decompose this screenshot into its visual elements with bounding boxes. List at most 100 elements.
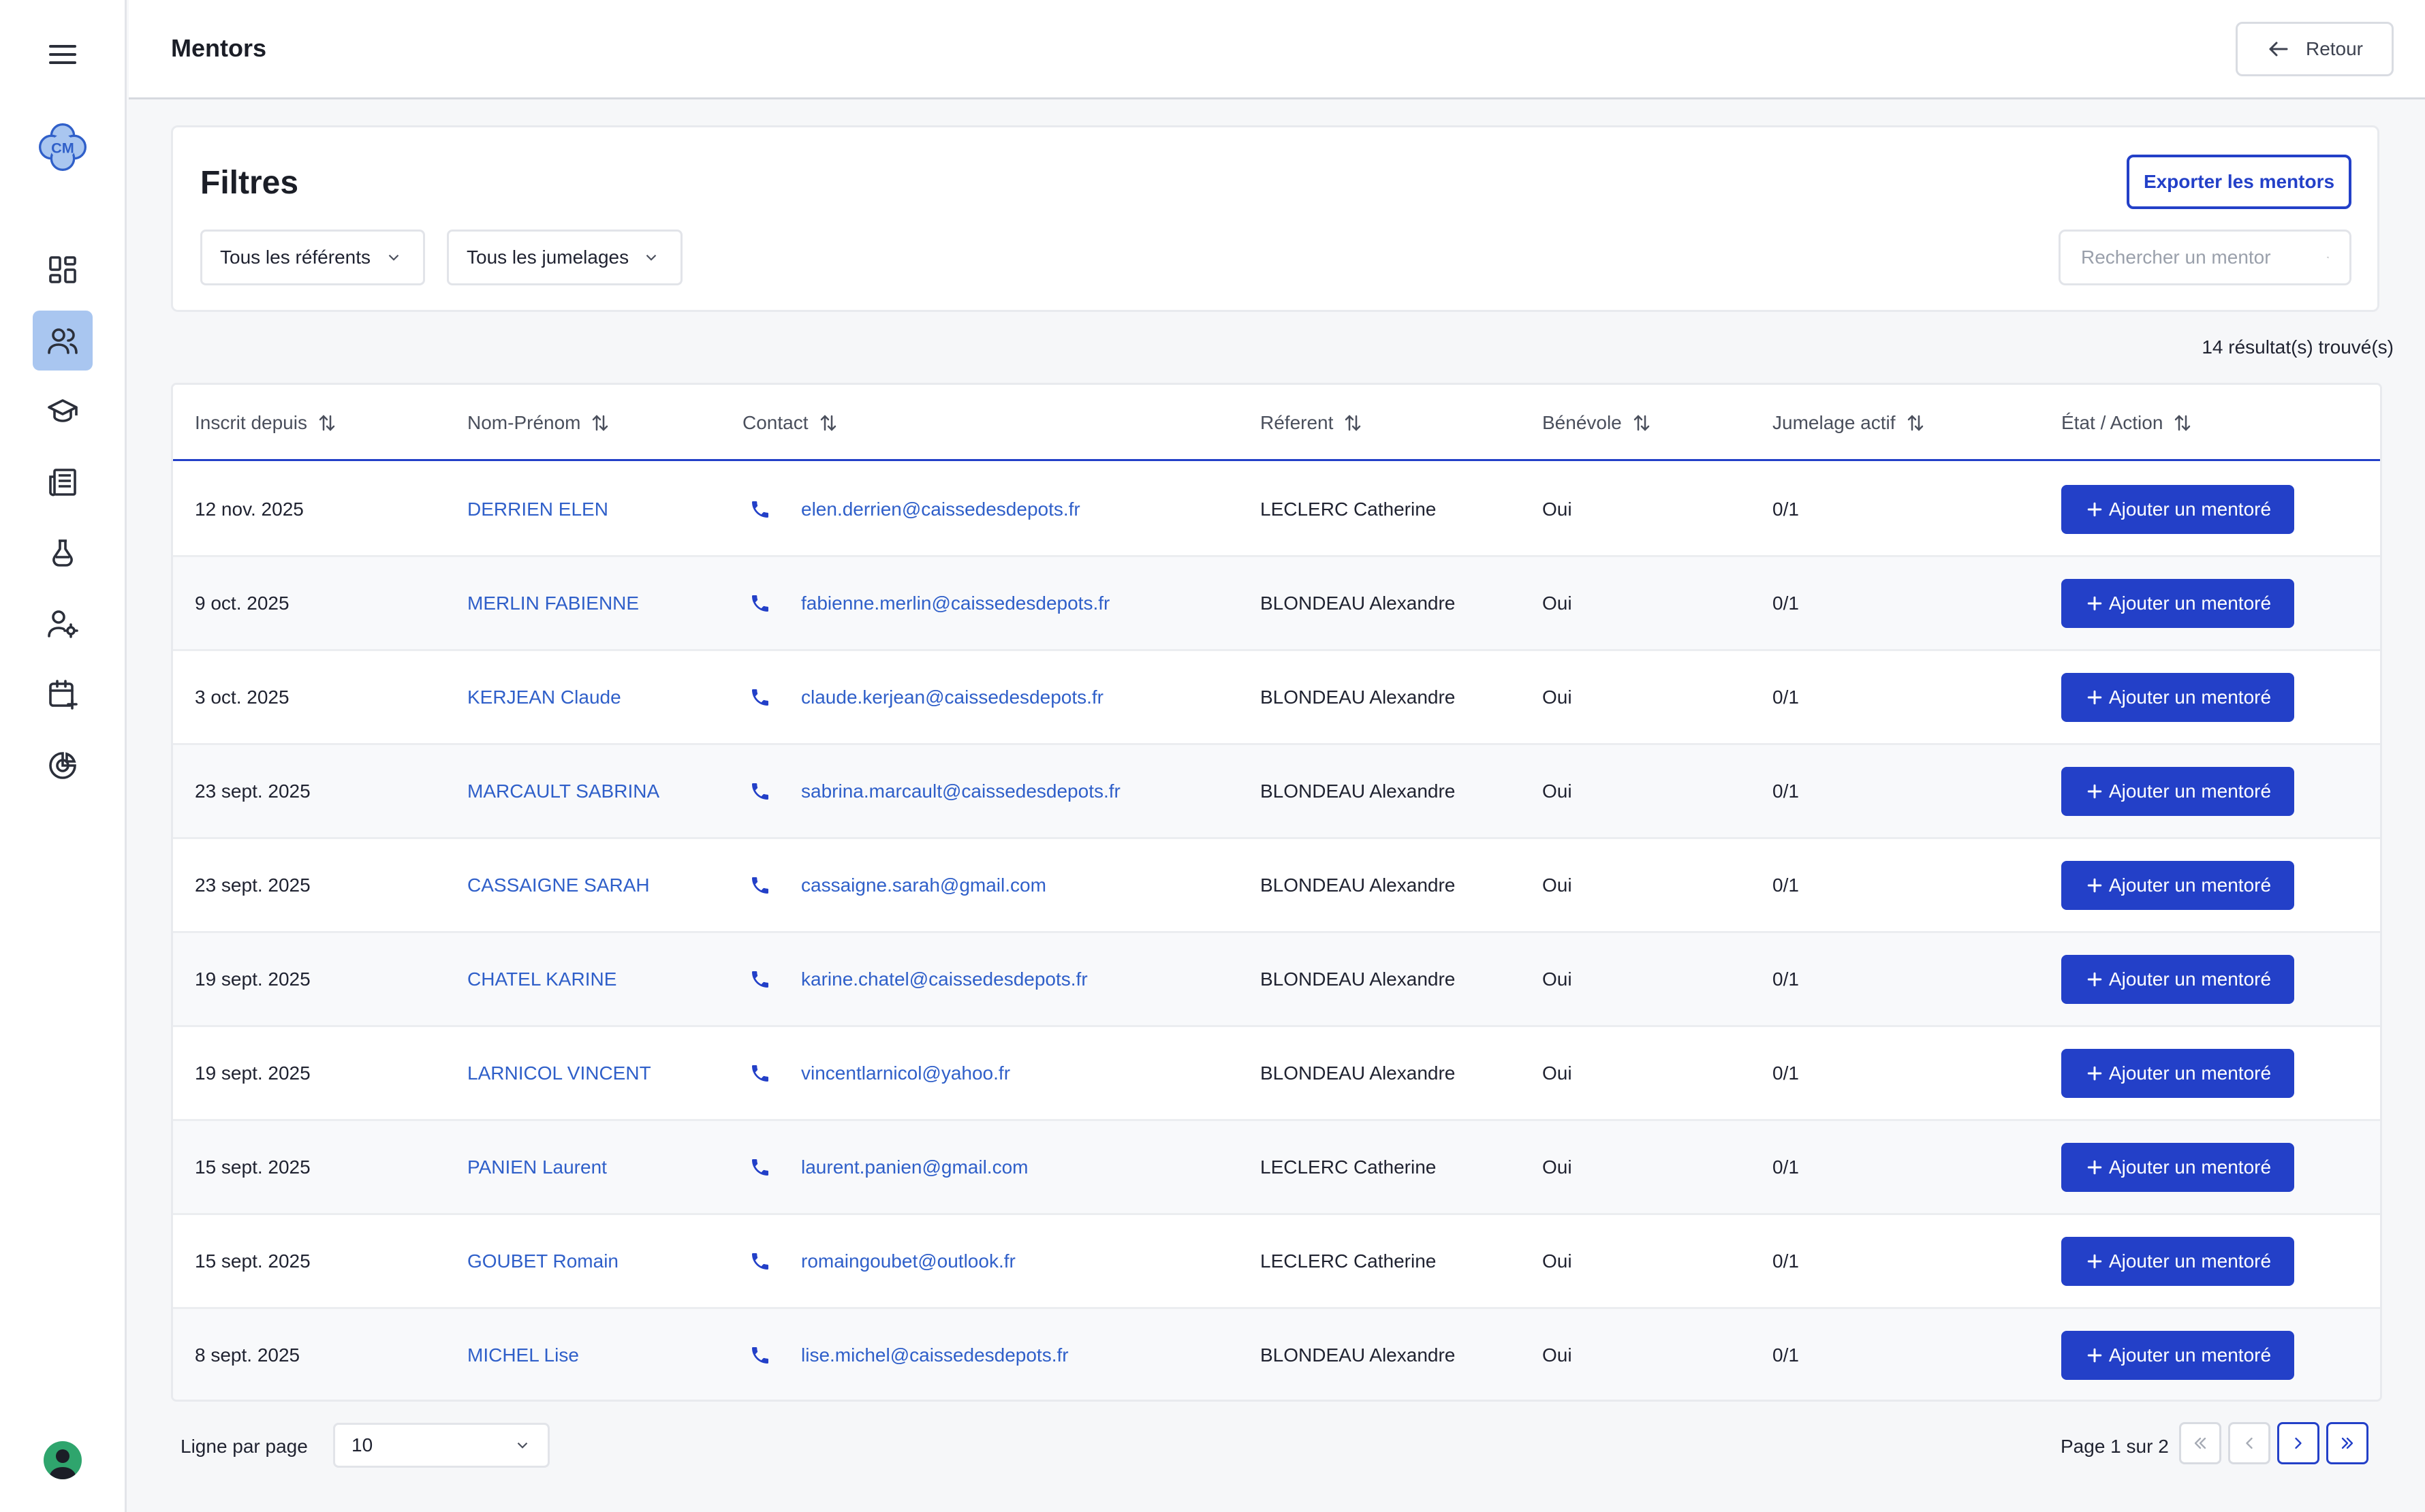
users-icon[interactable]	[33, 311, 93, 371]
email-link[interactable]: cassaigne.sarah@gmail.com	[801, 875, 1046, 896]
mentor-name-link[interactable]: CASSAIGNE SARAH	[467, 875, 650, 896]
sort-icon	[820, 415, 836, 431]
cell-benevole: Oui	[1542, 592, 1572, 614]
column-header-contact[interactable]: Contact	[742, 412, 839, 434]
column-header-etat[interactable]: État / Action	[2061, 412, 2193, 434]
table-row: 23 sept. 2025 CASSAIGNE SARAH cassaigne.sa…	[173, 839, 2380, 933]
column-header-label: Réferent	[1260, 412, 1334, 433]
cell-contact	[749, 875, 771, 896]
table-row: 15 sept. 2025 GOUBET Romain romaingoubet@o…	[173, 1215, 2380, 1309]
sort-icon	[593, 415, 608, 431]
sort-icon	[2175, 415, 2191, 431]
chevrons-right-icon	[2341, 1437, 2353, 1449]
phone-icon[interactable]	[749, 875, 771, 896]
phone-icon[interactable]	[749, 968, 771, 990]
email-link[interactable]: elen.derrien@caissedesdepots.fr	[801, 499, 1080, 520]
mentor-name-link[interactable]: KERJEAN Claude	[467, 687, 621, 708]
email-link[interactable]: karine.chatel@caissedesdepots.fr	[801, 968, 1088, 990]
cell-benevole: Oui	[1542, 1344, 1572, 1366]
add-mentee-button[interactable]: Ajouter un mentoré	[2061, 1236, 2294, 1286]
cell-referent: BLONDEAU Alexandre	[1260, 686, 1456, 708]
column-header-label: Contact	[742, 412, 809, 433]
add-mentee-button[interactable]: Ajouter un mentoré	[2061, 1330, 2294, 1380]
phone-icon[interactable]	[749, 1250, 771, 1272]
sort-icon	[1633, 415, 1650, 431]
phone-icon[interactable]	[749, 593, 771, 614]
user-cog-icon[interactable]	[33, 594, 93, 654]
email-link[interactable]: claude.kerjean@caissedesdepots.fr	[801, 687, 1104, 708]
phone-icon[interactable]	[749, 1344, 771, 1366]
email-link[interactable]: lise.michel@caissedesdepots.fr	[801, 1344, 1069, 1366]
add-mentee-label: Ajouter un mentoré	[2108, 874, 2272, 896]
dashboard-icon[interactable]	[33, 240, 93, 300]
jumelage-select-value: Tous les jumelages	[467, 247, 629, 268]
cell-date: 23 sept. 2025	[195, 780, 311, 802]
mentor-name-link[interactable]: MICHEL Lise	[467, 1344, 579, 1366]
cell-jumelage: 0/1	[1772, 1344, 1799, 1366]
mentor-name-link[interactable]: LARNICOL VINCENT	[467, 1062, 651, 1084]
flask-icon[interactable]	[33, 523, 93, 583]
mentor-name-link[interactable]: MARCAULT SABRINA	[467, 781, 659, 802]
add-mentee-button[interactable]: Ajouter un mentoré	[2061, 766, 2294, 816]
cell-contact	[749, 1062, 771, 1084]
newspaper-icon[interactable]	[33, 452, 93, 512]
chart-icon[interactable]	[33, 736, 93, 796]
add-mentee-button[interactable]: Ajouter un mentoré	[2061, 954, 2294, 1004]
mentor-name-link[interactable]: DERRIEN ELEN	[467, 499, 608, 520]
mentor-name-link[interactable]: CHATEL KARINE	[467, 968, 616, 990]
jumelage-select[interactable]: Tous les jumelages	[447, 230, 683, 285]
email-link[interactable]: sabrina.marcault@caissedesdepots.fr	[801, 781, 1121, 802]
email-link[interactable]: romaingoubet@outlook.fr	[801, 1250, 1016, 1272]
column-header-label: Jumelage actif	[1772, 412, 1896, 433]
first-page-button[interactable]	[2179, 1422, 2221, 1464]
cell-referent: BLONDEAU Alexandre	[1260, 968, 1456, 990]
column-header-referent[interactable]: Réferent	[1260, 412, 1363, 434]
avatar[interactable]	[44, 1441, 82, 1479]
phone-icon[interactable]	[749, 1156, 771, 1178]
plus-icon	[2087, 1160, 2102, 1174]
column-header-benevole[interactable]: Bénévole	[1542, 412, 1652, 434]
add-mentee-button[interactable]: Ajouter un mentoré	[2061, 860, 2294, 910]
add-mentee-button[interactable]: Ajouter un mentoré	[2061, 484, 2294, 534]
phone-icon[interactable]	[749, 1062, 771, 1084]
next-page-button[interactable]	[2277, 1422, 2319, 1464]
rows-per-page-select[interactable]: 10	[333, 1423, 550, 1468]
email-link[interactable]: fabienne.merlin@caissedesdepots.fr	[801, 593, 1110, 614]
table-header: Inscrit depuis Nom-Prénom Contact Réfere…	[173, 385, 2380, 461]
phone-icon[interactable]	[749, 499, 771, 520]
search-input[interactable]	[2081, 247, 2327, 268]
referent-select-value: Tous les référents	[220, 247, 371, 268]
referent-select[interactable]: Tous les référents	[200, 230, 425, 285]
add-mentee-label: Ajouter un mentoré	[2108, 1062, 2272, 1084]
cell-referent: BLONDEAU Alexandre	[1260, 592, 1456, 614]
column-header-jumelage[interactable]: Jumelage actif	[1772, 412, 1926, 434]
column-header-nom[interactable]: Nom-Prénom	[467, 412, 610, 434]
back-button[interactable]: Retour	[2236, 22, 2394, 76]
last-page-button[interactable]	[2326, 1422, 2368, 1464]
add-mentee-button[interactable]: Ajouter un mentoré	[2061, 578, 2294, 628]
menu-icon[interactable]	[33, 25, 93, 84]
search-icon[interactable]	[2327, 245, 2329, 270]
mentor-name-link[interactable]: GOUBET Romain	[467, 1250, 619, 1272]
phone-icon[interactable]	[749, 687, 771, 708]
cell-contact	[749, 1250, 771, 1272]
cell-date: 23 sept. 2025	[195, 874, 311, 896]
table-row: 12 nov. 2025 DERRIEN ELEN elen.derrien@cai…	[173, 463, 2380, 557]
add-mentee-button[interactable]: Ajouter un mentoré	[2061, 672, 2294, 722]
export-mentors-button[interactable]: Exporter les mentors	[2127, 155, 2351, 209]
mentor-name-link[interactable]: MERLIN FABIENNE	[467, 593, 639, 614]
email-link[interactable]: laurent.panien@gmail.com	[801, 1156, 1028, 1178]
column-header-inscrit[interactable]: Inscrit depuis	[195, 412, 337, 434]
mentor-name-link[interactable]: PANIEN Laurent	[467, 1156, 607, 1178]
table-row: 15 sept. 2025 PANIEN Laurent laurent.panie…	[173, 1121, 2380, 1215]
calendar-plus-icon[interactable]	[33, 665, 93, 725]
previous-page-button[interactable]	[2228, 1422, 2270, 1464]
table-row: 23 sept. 2025 MARCAULT SABRINA sabrina.mar…	[173, 745, 2380, 839]
phone-icon[interactable]	[749, 781, 771, 802]
email-link[interactable]: vincentlarnicol@yahoo.fr	[801, 1062, 1010, 1084]
add-mentee-button[interactable]: Ajouter un mentoré	[2061, 1048, 2294, 1098]
graduation-cap-icon[interactable]	[33, 381, 93, 441]
add-mentee-label: Ajouter un mentoré	[2108, 686, 2272, 708]
logo[interactable]: CM	[33, 117, 93, 177]
add-mentee-button[interactable]: Ajouter un mentoré	[2061, 1142, 2294, 1192]
